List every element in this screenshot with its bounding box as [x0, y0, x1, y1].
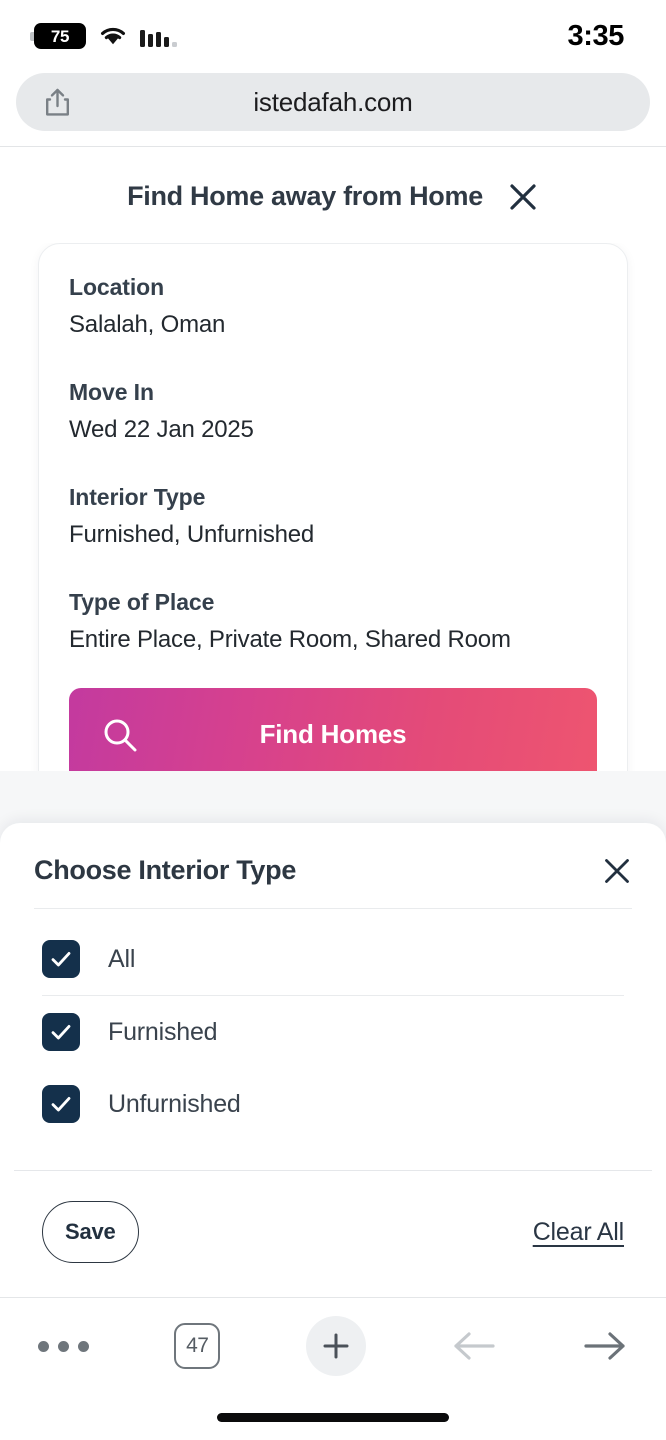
battery-indicator: 75 — [30, 23, 86, 49]
toolbar-tabs-button[interactable]: 47 — [174, 1323, 221, 1369]
status-bar: 75 3:35 — [0, 0, 666, 72]
checkbox-all[interactable] — [42, 940, 80, 979]
field-move-in[interactable]: Move In Wed 22 Jan 2025 — [69, 379, 597, 444]
option-label: Furnished — [108, 1017, 218, 1046]
sheet-footer: Save Clear All — [0, 1171, 666, 1297]
field-value: Furnished, Unfurnished — [69, 520, 315, 548]
check-icon — [51, 1025, 71, 1040]
home-indicator — [217, 1412, 449, 1422]
browser-url-bar-row: istedafah.com — [0, 72, 666, 146]
tab-count-badge: 47 — [174, 1323, 221, 1369]
url-text[interactable]: istedafah.com — [16, 87, 650, 118]
check-icon — [51, 952, 71, 967]
option-row-furnished[interactable]: Furnished — [0, 996, 666, 1068]
option-label: All — [108, 944, 136, 973]
share-icon[interactable] — [44, 88, 71, 117]
option-row-unfurnished[interactable]: Unfurnished — [0, 1068, 666, 1140]
page-title: Find Home away from Home — [127, 181, 483, 212]
toolbar-new-tab-button[interactable] — [305, 1316, 366, 1376]
field-label: Interior Type — [69, 483, 206, 510]
tab-count-label: 47 — [186, 1334, 209, 1357]
plus-icon-circle — [305, 1316, 366, 1376]
interior-type-bottom-sheet: Choose Interior Type All Furnished Unfur… — [0, 823, 666, 1298]
home-indicator-area — [0, 1394, 666, 1440]
status-bar-left: 75 — [30, 23, 177, 49]
save-button[interactable]: Save — [42, 1201, 139, 1264]
field-location[interactable]: Location Salalah, Oman — [69, 274, 597, 339]
clear-all-link[interactable]: Clear All — [533, 1218, 624, 1247]
field-value: Wed 22 Jan 2025 — [69, 415, 254, 443]
checkbox-furnished[interactable] — [42, 1013, 80, 1052]
field-label: Type of Place — [69, 588, 215, 615]
field-label: Location — [69, 273, 165, 300]
checkbox-unfurnished[interactable] — [42, 1085, 80, 1124]
web-page-content: Find Home away from Home Location Salala… — [0, 146, 666, 1298]
signal-bars-icon — [140, 25, 177, 47]
mobile-browser-screen: 75 3:35 istedafah.com Find Home away fro… — [0, 0, 666, 1440]
toolbar-forward-button[interactable] — [582, 1328, 628, 1364]
search-summary-card: Location Salalah, Oman Move In Wed 22 Ja… — [38, 242, 628, 772]
toolbar-menu-button[interactable] — [38, 1340, 89, 1352]
field-value: Salalah, Oman — [69, 310, 226, 338]
arrow-right-icon — [584, 1332, 625, 1360]
search-icon — [104, 719, 137, 752]
field-type-of-place[interactable]: Type of Place Entire Place, Private Room… — [69, 589, 597, 654]
status-bar-clock: 3:35 — [567, 19, 625, 52]
page-scroll-area: Location Salalah, Oman Move In Wed 22 Ja… — [0, 242, 666, 772]
battery-level-label: 75 — [50, 26, 70, 46]
url-bar[interactable]: istedafah.com — [16, 73, 650, 131]
find-homes-button[interactable]: Find Homes — [69, 687, 597, 772]
close-x-icon[interactable] — [507, 181, 539, 213]
field-interior-type[interactable]: Interior Type Furnished, Unfurnished — [69, 484, 597, 549]
toolbar-back-button[interactable] — [451, 1328, 497, 1364]
option-label: Unfurnished — [108, 1089, 241, 1118]
field-label: Move In — [69, 378, 154, 405]
find-homes-label: Find Homes — [259, 719, 407, 750]
more-dots-icon — [38, 1340, 89, 1352]
plus-icon — [323, 1333, 348, 1359]
wifi-icon — [101, 27, 125, 45]
battery-body: 75 — [34, 23, 86, 49]
interior-type-option-list: All Furnished Unfurnished — [0, 909, 666, 1148]
browser-toolbar: 47 — [0, 1298, 666, 1394]
check-icon — [51, 1097, 71, 1112]
field-value: Entire Place, Private Room, Shared Room — [69, 625, 511, 653]
sheet-header: Choose Interior Type — [0, 823, 666, 908]
sheet-title: Choose Interior Type — [34, 855, 297, 886]
arrow-left-icon — [454, 1332, 495, 1360]
close-x-icon[interactable] — [602, 856, 632, 886]
content-gap-strip — [0, 771, 666, 824]
option-row-all[interactable]: All — [0, 923, 666, 995]
page-header: Find Home away from Home — [0, 146, 666, 243]
